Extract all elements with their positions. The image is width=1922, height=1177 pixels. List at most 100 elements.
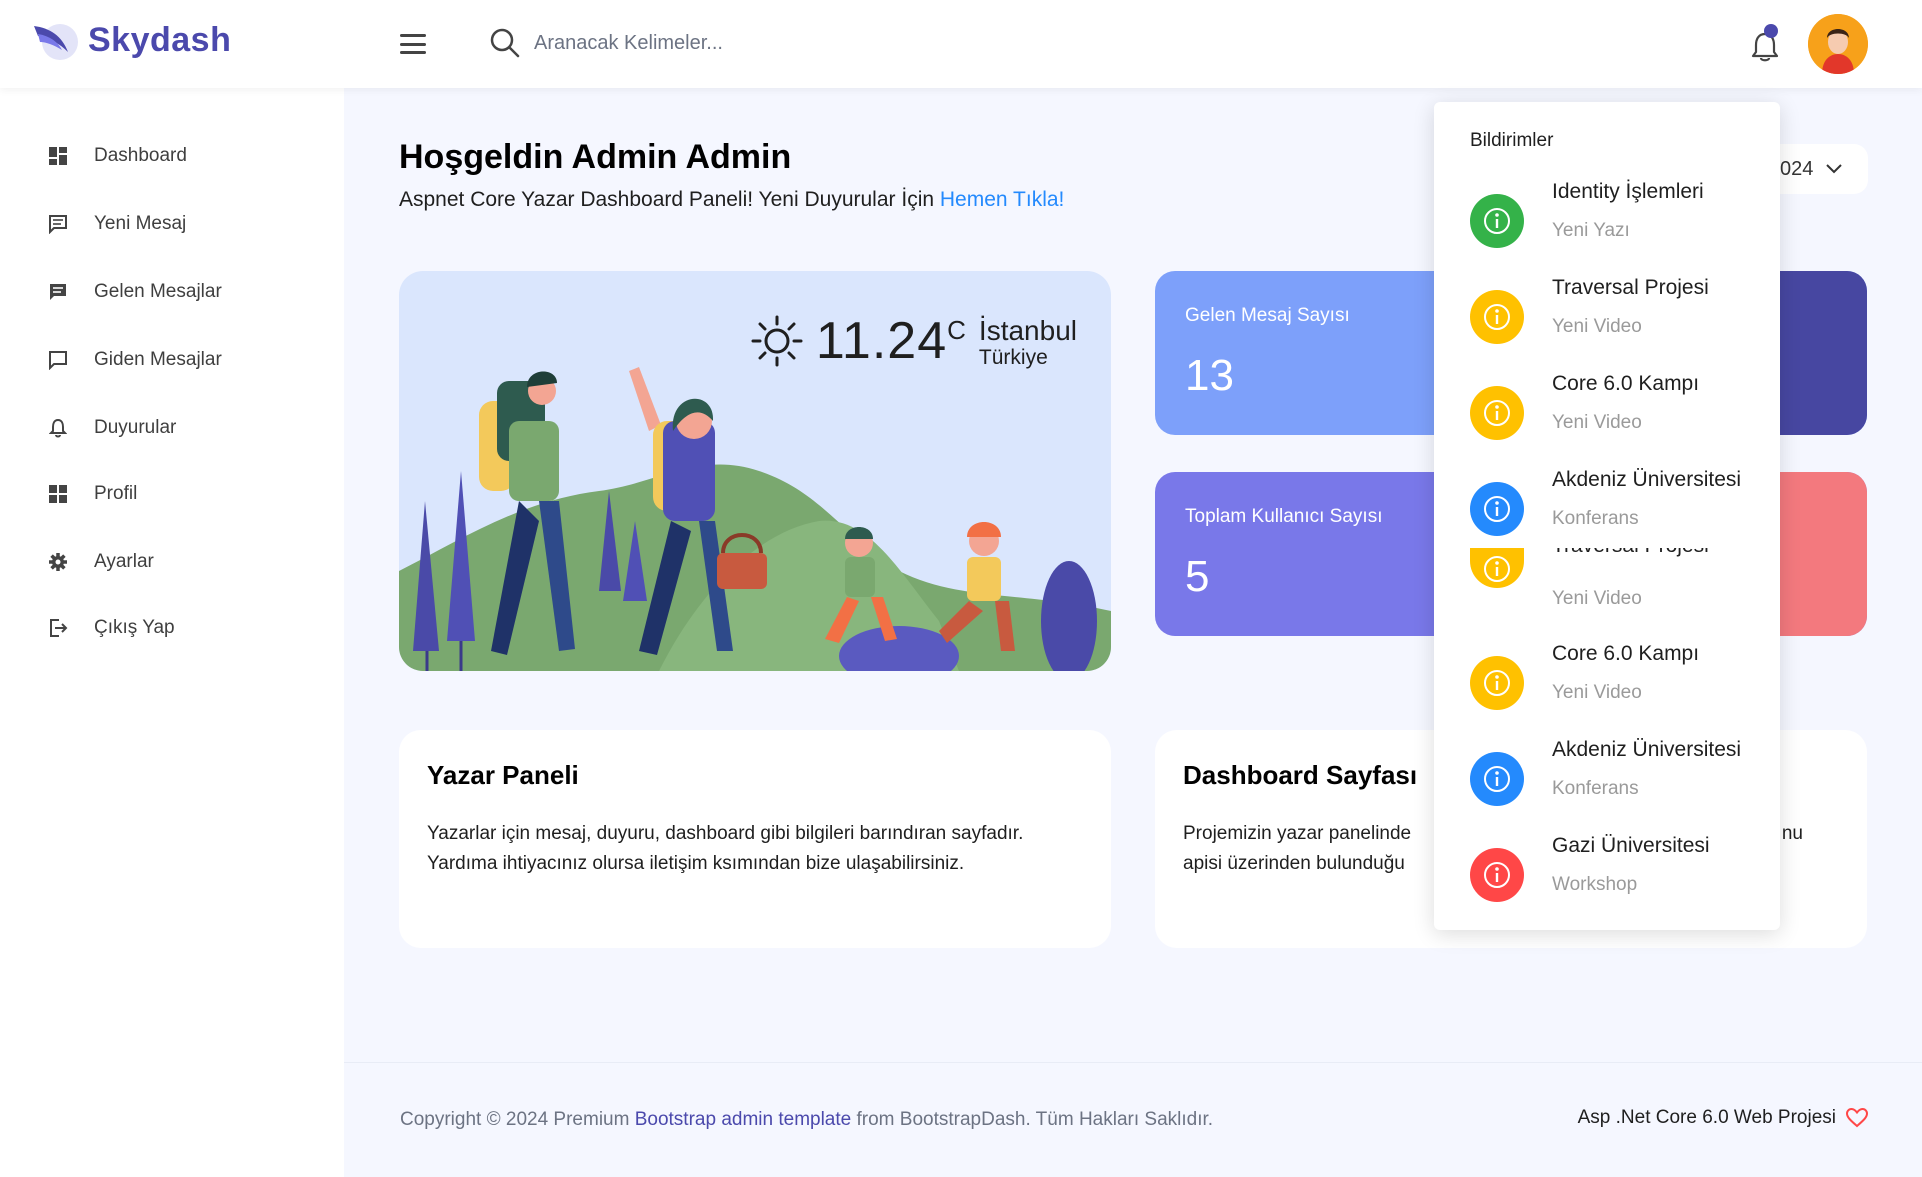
menu-line (400, 34, 426, 37)
notifications-button[interactable] (1748, 24, 1782, 64)
search-bar (490, 28, 834, 58)
notification-item[interactable]: Identity İşlemleri Yeni Yazı (1470, 180, 1770, 270)
card-body: Yazarlar için mesaj, duyuru, dashboard g… (427, 823, 1024, 874)
info-icon (1470, 848, 1524, 902)
bell-icon (48, 418, 68, 438)
sidebar-item-label: Yeni Mesaj (94, 213, 187, 234)
notification-subtitle: Yeni Yazı (1552, 220, 1630, 241)
top-navbar: Skydash (0, 0, 1922, 88)
search-icon (490, 28, 520, 58)
sidebar-item-cikis-yap[interactable]: Çıkış Yap (48, 608, 328, 648)
notification-subtitle: Workshop (1552, 874, 1638, 895)
heart-icon (1846, 1108, 1868, 1128)
footer-template-link[interactable]: Bootstrap admin template (635, 1109, 852, 1130)
notification-title: Akdeniz Üniversitesi (1552, 468, 1742, 491)
notification-subtitle: Yeni Video (1552, 412, 1642, 433)
notification-title: Core 6.0 Kampı (1552, 372, 1700, 395)
footer-suffix: from BootstrapDash. Tüm Hakları Saklıdır… (851, 1109, 1214, 1130)
sidebar-item-label: Giden Mesajlar (94, 349, 222, 370)
notification-title: Traversal Projesi (1552, 548, 1709, 558)
footer-copyright: Copyright © 2024 Premium Bootstrap admin… (400, 1109, 1213, 1131)
temperature: 11.24C (816, 311, 967, 371)
dropdown-title: Bildirimler (1470, 130, 1554, 151)
card-body-line1-end: nu (1781, 823, 1803, 844)
notification-subtitle: Yeni Video (1552, 682, 1642, 703)
notification-subtitle: Konferans (1552, 778, 1639, 799)
sidebar-item-label: Profil (94, 483, 138, 504)
brand-logo-icon (34, 24, 78, 60)
gear-icon (48, 552, 68, 572)
avatar-icon (1808, 14, 1868, 74)
sidebar-item-label: Duyurular (94, 417, 177, 438)
sidebar-item-label: Çıkış Yap (94, 617, 175, 638)
location-country: Türkiye (978, 345, 1048, 369)
logout-icon (48, 618, 68, 638)
notification-item[interactable]: Gazi Üniversitesi Workshop (1470, 834, 1770, 924)
sidebar-item-yeni-mesaj[interactable]: Yeni Mesaj (48, 204, 328, 244)
notification-subtitle: Konferans (1552, 508, 1639, 529)
brand[interactable]: Skydash (32, 18, 231, 62)
sidebar-item-label: Ayarlar (94, 551, 154, 572)
notification-subtitle: Yeni Video (1552, 316, 1642, 337)
notification-title: Gazi Üniversitesi (1552, 834, 1710, 857)
info-icon (1470, 290, 1524, 344)
notification-title: Core 6.0 Kampı (1552, 642, 1700, 665)
info-icon (1470, 548, 1524, 588)
sidebar-item-label: Dashboard (94, 145, 187, 166)
menu-line (400, 51, 426, 54)
page-title: Hoşgeldin Admin Admin (399, 138, 792, 176)
card-body-line1: Projemizin yazar panelinde (1183, 823, 1412, 844)
inbox-icon (48, 282, 68, 302)
notification-item[interactable]: Core 6.0 Kampı Yeni Video (1470, 372, 1770, 462)
notifications-dropdown: Bildirimler Identity İşlemleri Yeni Yazı… (1434, 102, 1780, 930)
avatar[interactable] (1808, 14, 1868, 74)
notification-item[interactable]: Traversal Projesi Yeni Video (1470, 276, 1770, 366)
footer-prefix: Copyright © 2024 Premium (400, 1109, 635, 1130)
notification-dot (1764, 24, 1778, 38)
notification-item[interactable]: Traversal Projesi Yeni Video (1470, 548, 1770, 638)
footer: Copyright © 2024 Premium Bootstrap admin… (344, 1062, 1922, 1177)
page-subtitle: Aspnet Core Yazar Dashboard Paneli! Yeni… (399, 188, 1064, 212)
sidebar: Dashboard Yeni Mesaj Gelen Mesajlar Gide… (0, 88, 344, 1177)
sun-icon (751, 315, 803, 367)
announcements-link[interactable]: Hemen Tıkla! (940, 188, 1065, 211)
location: İstanbul Türkiye (979, 315, 1077, 368)
info-icon (1470, 752, 1524, 806)
message-icon (48, 214, 68, 234)
footer-project-text: Asp .Net Core 6.0 Web Projesi (1577, 1107, 1836, 1128)
info-icon (1470, 194, 1524, 248)
sidebar-item-dashboard[interactable]: Dashboard (48, 136, 328, 176)
sidebar-item-label: Gelen Mesajlar (94, 281, 222, 302)
info-icon (1470, 386, 1524, 440)
menu-line (400, 42, 426, 46)
location-city: İstanbul (978, 314, 1077, 346)
sidebar-item-profil[interactable]: Profil (48, 474, 328, 514)
notification-title: Akdeniz Üniversitesi (1552, 738, 1742, 761)
notification-item[interactable]: Akdeniz Üniversitesi Konferans (1470, 738, 1770, 828)
notification-item[interactable]: Core 6.0 Kampı Yeni Video (1470, 642, 1770, 732)
sidebar-item-gelen-mesajlar[interactable]: Gelen Mesajlar (48, 272, 328, 312)
info-icon (1470, 656, 1524, 710)
footer-project: Asp .Net Core 6.0 Web Projesi (1578, 1107, 1868, 1129)
weather-card: 11.24C İstanbul Türkiye (399, 271, 1111, 671)
sidebar-item-duyurular[interactable]: Duyurular (48, 408, 328, 448)
chevron-down-icon (1826, 164, 1843, 174)
notification-title: Traversal Projesi (1552, 276, 1709, 299)
notification-item[interactable]: Akdeniz Üniversitesi Konferans (1470, 468, 1770, 558)
temperature-unit: C (947, 315, 967, 345)
temperature-value: 11.24 (815, 312, 948, 370)
sidebar-item-giden-mesajlar[interactable]: Giden Mesajlar (48, 340, 328, 380)
sidebar-item-ayarlar[interactable]: Ayarlar (48, 542, 328, 582)
outbox-icon (48, 350, 68, 370)
notification-title-clip: Traversal Projesi (1552, 548, 1772, 568)
info-icon (1470, 482, 1524, 536)
brand-name: Skydash (88, 20, 232, 59)
notification-title: Identity İşlemleri (1552, 180, 1704, 203)
search-input[interactable] (534, 31, 834, 55)
profile-icon (48, 484, 68, 504)
notification-subtitle: Yeni Video (1552, 588, 1642, 609)
sidebar-toggle-button[interactable] (400, 34, 426, 54)
subtitle-text: Aspnet Core Yazar Dashboard Paneli! Yeni… (399, 188, 940, 211)
dashboard-icon (48, 146, 68, 166)
weather-info: 11.24C İstanbul Türkiye (750, 311, 1077, 371)
